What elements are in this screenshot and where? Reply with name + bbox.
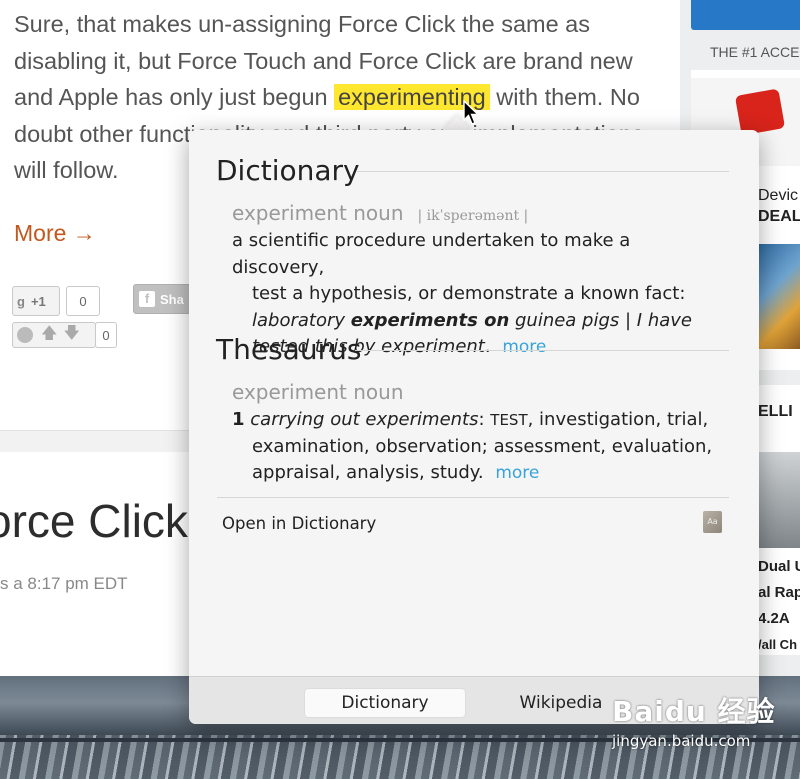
- sidebar-device-text: Devic: [758, 187, 799, 204]
- lookup-popover: Dictionary experiment noun | ikˈsperəmənt…: [189, 130, 759, 724]
- sidebar-charger-image[interactable]: [758, 452, 800, 548]
- sidebar-product-line: Dual U: [758, 558, 800, 575]
- thesaurus-headword: experiment noun: [232, 380, 404, 404]
- sidebar-selling-heading: ELLI: [758, 403, 793, 420]
- baidu-url: jingyan.baidu.com: [612, 732, 751, 750]
- next-article-dateline: s a 8:17 pm EDT: [0, 574, 128, 593]
- truck-product-icon: [734, 88, 786, 136]
- sidebar-product-photo[interactable]: [758, 244, 800, 349]
- downvote-arrow-icon[interactable]: 🡇: [63, 322, 79, 349]
- reddit-vote-widget[interactable]: 🡅 🡇: [12, 322, 96, 348]
- google-plus-label: +1: [30, 293, 46, 309]
- sidebar-product-line: al Rap: [758, 584, 800, 601]
- more-link[interactable]: More →: [14, 220, 96, 247]
- google-plus-count: 0: [66, 286, 100, 316]
- mouse-cursor-icon: [463, 100, 480, 125]
- baidu-logo: Baidu 经验: [612, 695, 776, 728]
- section-rule: [357, 171, 729, 172]
- sidebar-banner[interactable]: [691, 0, 800, 30]
- sidebar-accessory-heading: THE #1 ACCES: [710, 44, 800, 60]
- sidebar-deal-text: DEAL: [758, 208, 800, 225]
- next-article-headline[interactable]: orce Click: [0, 494, 188, 548]
- google-plus-button[interactable]: g +1: [12, 286, 60, 316]
- facebook-icon: f: [139, 291, 155, 307]
- reddit-count: 0: [95, 322, 117, 348]
- thesaurus-section-title: Thesaurus: [216, 333, 362, 366]
- thesaurus-entry: 1 carrying out experiments: TEST, invest…: [232, 409, 713, 483]
- section-rule: [217, 497, 729, 498]
- section-rule: [355, 350, 729, 351]
- facebook-share-label: Sha: [160, 291, 184, 307]
- thesaurus-more-link[interactable]: more: [495, 463, 539, 483]
- sidebar-product-line: 4.2A: [758, 610, 790, 627]
- upvote-arrow-icon[interactable]: 🡅: [41, 322, 57, 349]
- open-in-dictionary-button[interactable]: Open in Dictionary: [222, 514, 376, 533]
- dictionary-section-title: Dictionary: [216, 154, 360, 187]
- sidebar-product-line: /all Ch: [758, 637, 798, 652]
- tab-dictionary[interactable]: Dictionary: [305, 689, 465, 717]
- pronunciation: | ikˈsperəmənt |: [417, 208, 529, 224]
- google-plus-icon: g: [17, 293, 25, 309]
- dictionary-app-icon[interactable]: Aa: [703, 511, 722, 533]
- dictionary-more-link[interactable]: more: [502, 337, 546, 357]
- dictionary-headword: experiment noun | ikˈsperəmənt |: [232, 201, 529, 225]
- reddit-alien-icon: [17, 327, 33, 343]
- baidu-watermark: Baidu 经验 jingyan.baidu.com: [612, 690, 776, 750]
